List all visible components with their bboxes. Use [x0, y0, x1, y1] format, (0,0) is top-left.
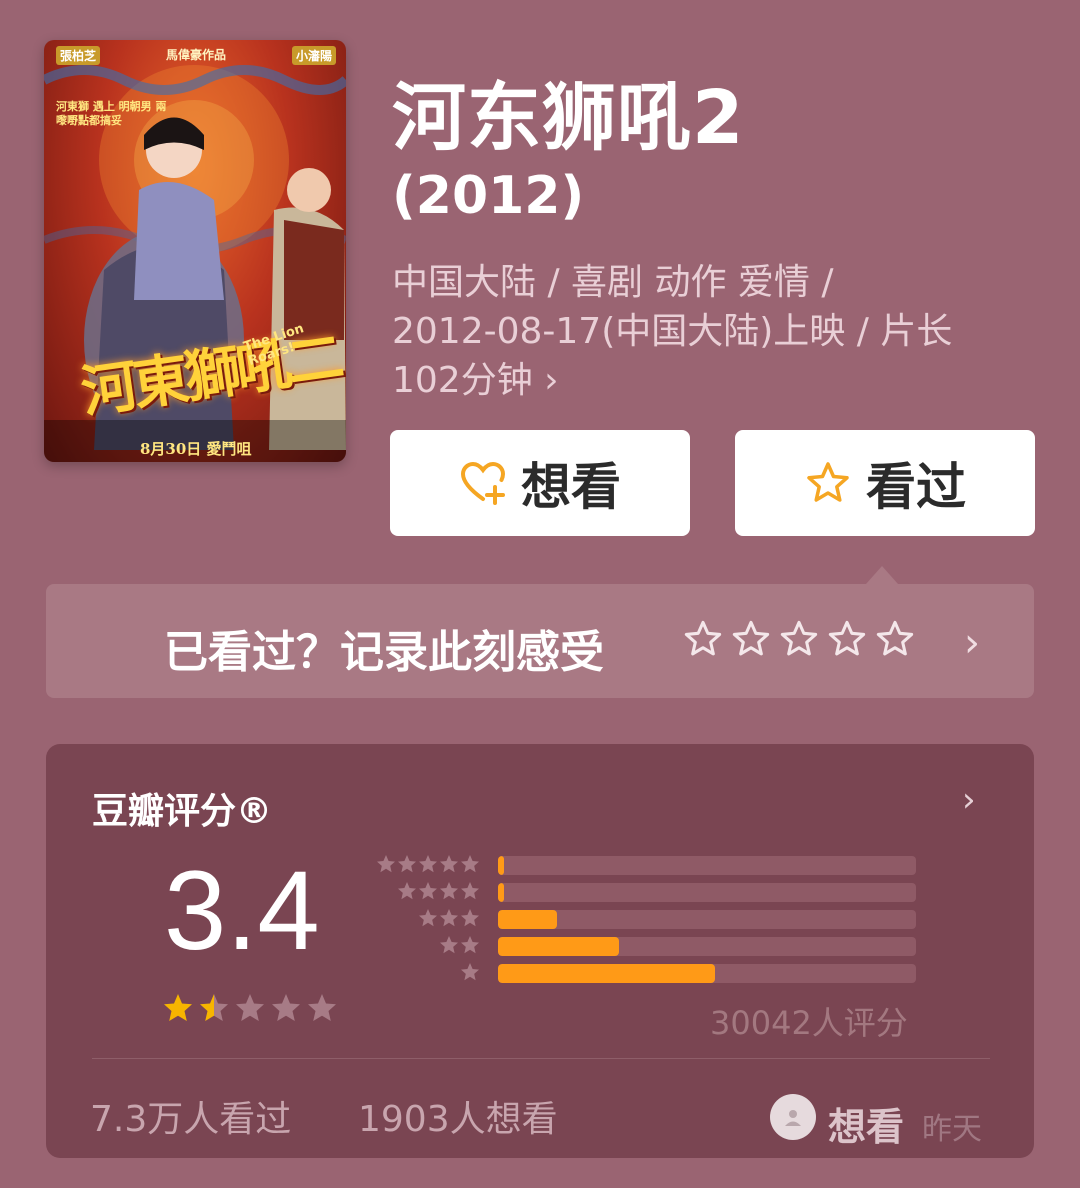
chevron-right-icon[interactable]: ›: [964, 620, 980, 666]
heart-plus-icon: [460, 461, 506, 505]
star-outline-icon[interactable]: [874, 618, 916, 660]
douban-rating-card[interactable]: 豆瓣评分® › 3.4 30042人评分 7.3万人看过 1903人想看 想看 …: [46, 744, 1034, 1158]
distribution-row: [376, 852, 918, 879]
distribution-stars: [376, 854, 480, 874]
distribution-row: [378, 960, 918, 987]
star-small-icon: [461, 909, 479, 927]
meta-line-genres: 中国大陆 / 喜剧 动作 爱情 /: [392, 262, 834, 303]
distribution-track: [498, 964, 916, 983]
distribution-bar: [498, 910, 557, 929]
movie-poster[interactable]: 張柏芝 馬偉豪作品 小瀋陽 河東獅 遇上 明朝男 兩嚟嘢點都搞妥 河東獅吼二 T…: [44, 40, 346, 462]
record-prompt: 已看过？记录此刻感受: [164, 627, 604, 678]
movie-meta[interactable]: 中国大陆 / 喜剧 动作 爱情 / 2012-08-17(中国大陆)上映 / 片…: [392, 258, 1052, 405]
poster-cast-left: 張柏芝: [56, 46, 101, 65]
poster-release: 8月30日 愛鬥咀: [140, 440, 252, 458]
star-small-icon: [440, 855, 458, 873]
star-small-icon: [461, 963, 479, 981]
user-icon: [785, 1110, 801, 1126]
distribution-track: [498, 856, 916, 875]
distribution-bar: [498, 856, 505, 875]
poster-director: 馬偉豪作品: [166, 48, 227, 62]
star-outline-icon[interactable]: [682, 618, 724, 660]
record-feeling-bar[interactable]: 已看过？记录此刻感受 ›: [46, 584, 1034, 698]
want-to-watch-button[interactable]: 想看: [390, 430, 690, 536]
star-empty-icon: [308, 994, 336, 1021]
meta-line-release: 2012-08-17(中国大陆)上映 / 片长: [392, 311, 953, 352]
star-small-icon: [419, 909, 437, 927]
star-half-icon: [200, 994, 228, 1021]
chevron-right-icon[interactable]: ›: [962, 780, 976, 820]
rating-label: 豆瓣评分®: [92, 791, 273, 832]
meta-line-duration: 102分钟 ›: [392, 360, 559, 401]
star-small-icon: [440, 936, 458, 954]
star-empty-icon: [236, 994, 264, 1021]
poster-cast-right: 小瀋陽: [291, 46, 336, 65]
star-outline-icon[interactable]: [826, 618, 868, 660]
distribution-bar: [498, 964, 716, 983]
star-small-icon: [398, 855, 416, 873]
activity-time: 昨天: [922, 1112, 982, 1147]
movie-year: (2012): [392, 166, 585, 226]
avatar[interactable]: [770, 1094, 816, 1140]
distribution-row: [378, 879, 918, 906]
distribution-track: [498, 937, 916, 956]
star-outline-icon[interactable]: [730, 618, 772, 660]
seen-count[interactable]: 7.3万人看过: [90, 1090, 291, 1142]
seen-label: 看过: [866, 458, 966, 516]
star-outline-icon[interactable]: [778, 618, 820, 660]
star-small-icon: [461, 936, 479, 954]
rating-score: 3.4: [164, 848, 320, 973]
distribution-stars: [460, 962, 480, 982]
rating-stars: [162, 992, 338, 1024]
callout-arrow: [866, 566, 898, 584]
movie-title: 河东狮吼2: [392, 75, 745, 161]
poster-tagline: 河東獅 遇上 明朝男 兩嚟嘢點都搞妥: [56, 100, 167, 127]
watched-button[interactable]: 看过: [735, 430, 1035, 536]
star-small-icon: [419, 882, 437, 900]
distribution-stars: [439, 935, 480, 955]
star-outline-icon: [807, 462, 849, 502]
distribution-row: [378, 933, 918, 960]
activity-action: 想看: [828, 1105, 905, 1149]
distribution-stars: [397, 881, 480, 901]
rating-distribution: [376, 852, 918, 987]
record-star-rating[interactable]: [682, 618, 916, 660]
star-filled-icon: [164, 994, 192, 1021]
distribution-bar: [498, 883, 505, 902]
rating-count: 30042人评分: [710, 1004, 908, 1042]
star-empty-icon: [272, 994, 300, 1021]
distribution-stars: [418, 908, 480, 928]
star-small-icon: [461, 855, 479, 873]
star-small-icon: [461, 882, 479, 900]
star-small-icon: [440, 909, 458, 927]
want-count[interactable]: 1903人想看: [358, 1090, 558, 1142]
want-label: 想看: [521, 458, 621, 516]
star-small-icon: [377, 855, 395, 873]
distribution-bar: [498, 937, 620, 956]
distribution-track: [498, 910, 916, 929]
star-small-icon: [440, 882, 458, 900]
distribution-track: [498, 883, 916, 902]
divider: [92, 1058, 990, 1059]
distribution-row: [378, 906, 918, 933]
star-small-icon: [419, 855, 437, 873]
star-small-icon: [398, 882, 416, 900]
